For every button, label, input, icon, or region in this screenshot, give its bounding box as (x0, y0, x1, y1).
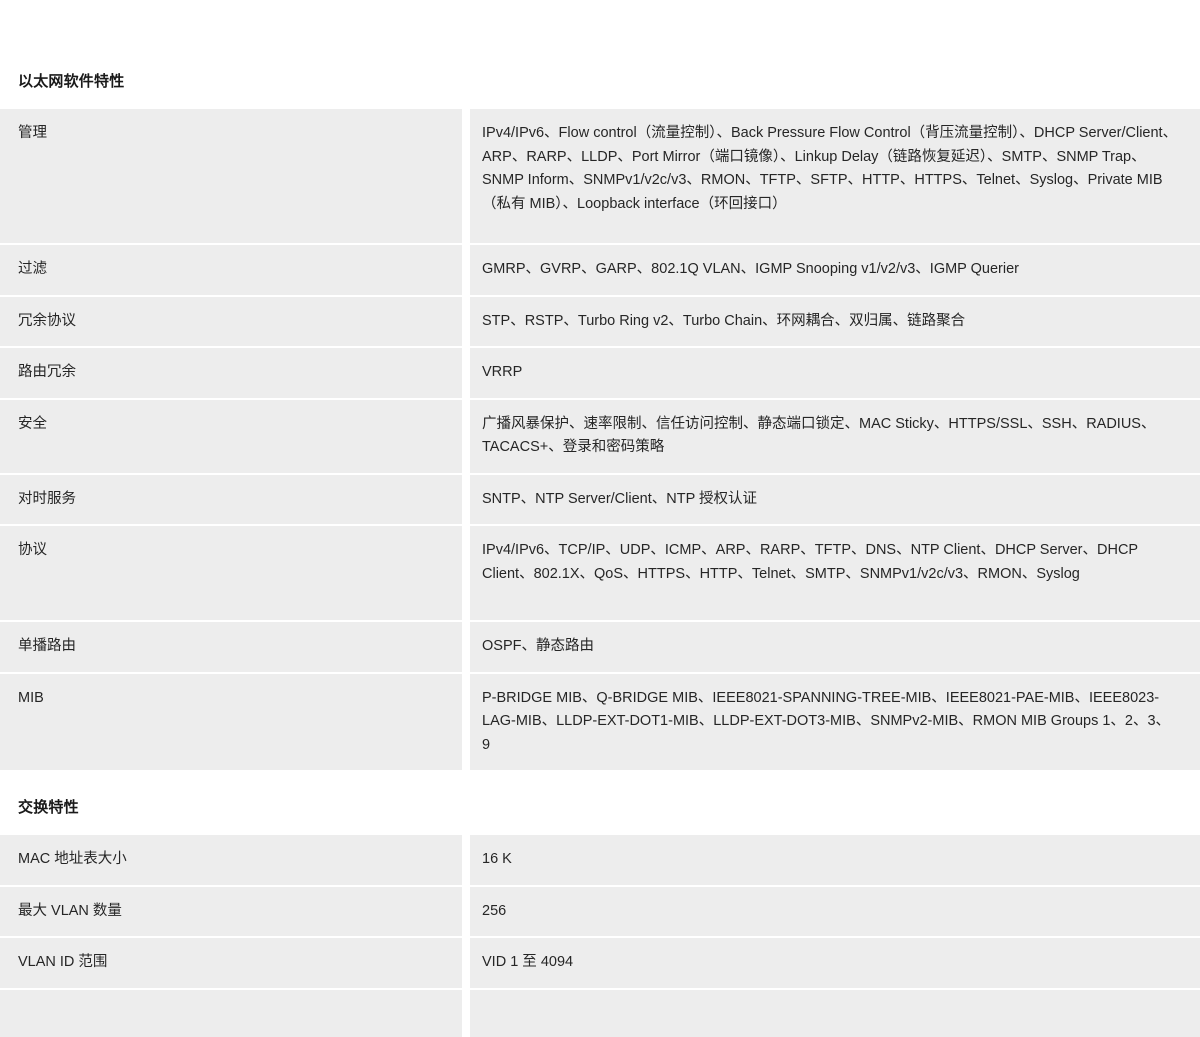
column-divider (462, 989, 470, 1037)
row-value: SNTP、NTP Server/Client、NTP 授权认证 (470, 474, 1200, 524)
row-label: VLAN ID 范围 (0, 938, 462, 988)
row-value: VRRP (470, 348, 1200, 398)
row-label: 过滤 (0, 245, 462, 295)
column-divider (462, 622, 470, 672)
row-label: 安全 (0, 399, 462, 473)
row-value: STP、RSTP、Turbo Ring v2、Turbo Chain、环网耦合、… (470, 296, 1200, 346)
row-label: 冗余协议 (0, 296, 462, 346)
spec-section-switching-features: 交换特性 MAC 地址表大小 16 K 最大 VLAN 数量 256 VLAN … (0, 772, 1200, 1037)
row-value: 16 K (470, 835, 1200, 885)
row-label: 管理 (0, 109, 462, 243)
row-label: 路由冗余 (0, 348, 462, 398)
row-value: 广播风暴保护、速率限制、信任访问控制、静态端口锁定、MAC Sticky、HTT… (470, 399, 1200, 473)
table-row: MAC 地址表大小 16 K (0, 835, 1200, 885)
column-divider (462, 109, 470, 243)
row-label: MAC 地址表大小 (0, 835, 462, 885)
column-divider (462, 399, 470, 473)
row-value: OSPF、静态路由 (470, 622, 1200, 672)
spec-table-ethernet-software-features: 管理 IPv4/IPv6、Flow control（流量控制）、Back Pre… (0, 109, 1200, 770)
table-row: 对时服务 SNTP、NTP Server/Client、NTP 授权认证 (0, 474, 1200, 524)
table-row: 协议 IPv4/IPv6、TCP/IP、UDP、ICMP、ARP、RARP、TF… (0, 526, 1200, 620)
column-divider (462, 938, 470, 988)
section-heading-ethernet-software-features: 以太网软件特性 (18, 73, 125, 90)
row-label: 协议 (0, 526, 462, 620)
row-label (0, 989, 462, 1037)
row-value: P-BRIDGE MIB、Q-BRIDGE MIB、IEEE8021-SPANN… (470, 673, 1200, 770)
column-divider (462, 474, 470, 524)
table-row: 冗余协议 STP、RSTP、Turbo Ring v2、Turbo Chain、… (0, 296, 1200, 346)
table-row: 管理 IPv4/IPv6、Flow control（流量控制）、Back Pre… (0, 109, 1200, 243)
section-heading-switching-features: 交换特性 (18, 799, 79, 816)
table-row: 过滤 GMRP、GVRP、GARP、802.1Q VLAN、IGMP Snoop… (0, 245, 1200, 295)
column-divider (462, 296, 470, 346)
row-label: 对时服务 (0, 474, 462, 524)
column-divider (462, 673, 470, 770)
row-value: 256 (470, 886, 1200, 936)
spec-sheet-page: 以太网软件特性 管理 IPv4/IPv6、Flow control（流量控制）、… (0, 0, 1200, 1037)
table-row: 单播路由 OSPF、静态路由 (0, 622, 1200, 672)
row-value: IPv4/IPv6、TCP/IP、UDP、ICMP、ARP、RARP、TFTP、… (470, 526, 1200, 620)
table-row: 最大 VLAN 数量 256 (0, 886, 1200, 936)
table-row: 安全 广播风暴保护、速率限制、信任访问控制、静态端口锁定、MAC Sticky、… (0, 399, 1200, 473)
row-value (470, 989, 1200, 1037)
row-value: GMRP、GVRP、GARP、802.1Q VLAN、IGMP Snooping… (470, 245, 1200, 295)
table-row: MIB P-BRIDGE MIB、Q-BRIDGE MIB、IEEE8021-S… (0, 673, 1200, 770)
row-label: 单播路由 (0, 622, 462, 672)
column-divider (462, 835, 470, 885)
row-label: MIB (0, 673, 462, 770)
spec-table-switching-features: MAC 地址表大小 16 K 最大 VLAN 数量 256 VLAN ID 范围… (0, 835, 1200, 1037)
row-value: IPv4/IPv6、Flow control（流量控制）、Back Pressu… (470, 109, 1200, 243)
row-label: 最大 VLAN 数量 (0, 886, 462, 936)
column-divider (462, 348, 470, 398)
table-row-partial (0, 989, 1200, 1037)
spec-section-ethernet-software-features: 以太网软件特性 管理 IPv4/IPv6、Flow control（流量控制）、… (0, 0, 1200, 770)
column-divider (462, 886, 470, 936)
row-value: VID 1 至 4094 (470, 938, 1200, 988)
table-row: VLAN ID 范围 VID 1 至 4094 (0, 938, 1200, 988)
table-row: 路由冗余 VRRP (0, 348, 1200, 398)
column-divider (462, 526, 470, 620)
column-divider (462, 245, 470, 295)
